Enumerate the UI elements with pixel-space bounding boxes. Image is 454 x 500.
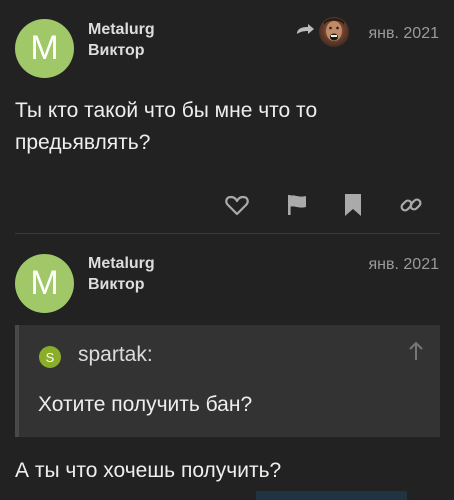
author-block: Metalurg Виктор xyxy=(88,19,155,61)
heart-icon xyxy=(225,195,249,216)
quote-block: S spartak: Хотите получить бан? xyxy=(15,325,440,437)
share-link-button[interactable] xyxy=(398,192,424,218)
post-actions xyxy=(0,192,454,222)
flag-icon xyxy=(288,195,306,215)
post-body: Ты кто такой что бы мне что то предьявля… xyxy=(15,95,435,159)
bookmark-button[interactable] xyxy=(340,192,366,218)
post-date[interactable]: янв. 2021 xyxy=(369,25,439,43)
flag-button[interactable] xyxy=(284,192,310,218)
full-name: Виктор xyxy=(88,276,145,293)
reply-to-icon[interactable] xyxy=(295,24,315,40)
bookmark-icon xyxy=(345,194,361,216)
post-date[interactable]: янв. 2021 xyxy=(369,256,439,274)
post-divider xyxy=(15,233,440,234)
post-body-line-1: Ты кто такой что бы мне что то xyxy=(15,99,318,122)
link-icon xyxy=(400,198,422,212)
author-block: Metalurg Виктор xyxy=(88,253,155,295)
username[interactable]: Metalurg xyxy=(88,19,155,40)
quote-text: Хотите получить бан? xyxy=(38,393,253,416)
quote-username[interactable]: spartak: xyxy=(78,343,153,367)
like-button[interactable] xyxy=(224,192,250,218)
avatar[interactable]: M xyxy=(15,254,74,313)
avatar[interactable]: M xyxy=(15,19,74,78)
bottom-bar-partial xyxy=(256,491,407,500)
quote-avatar[interactable]: S xyxy=(39,346,61,368)
reply-to-avatar[interactable] xyxy=(319,17,349,47)
full-name: Виктор xyxy=(88,42,145,59)
post-body: А ты что хочешь получить? xyxy=(15,459,282,482)
username[interactable]: Metalurg xyxy=(88,253,155,274)
arrow-up-icon[interactable] xyxy=(408,341,424,361)
post-body-line-2: предьявлять? xyxy=(15,131,151,154)
